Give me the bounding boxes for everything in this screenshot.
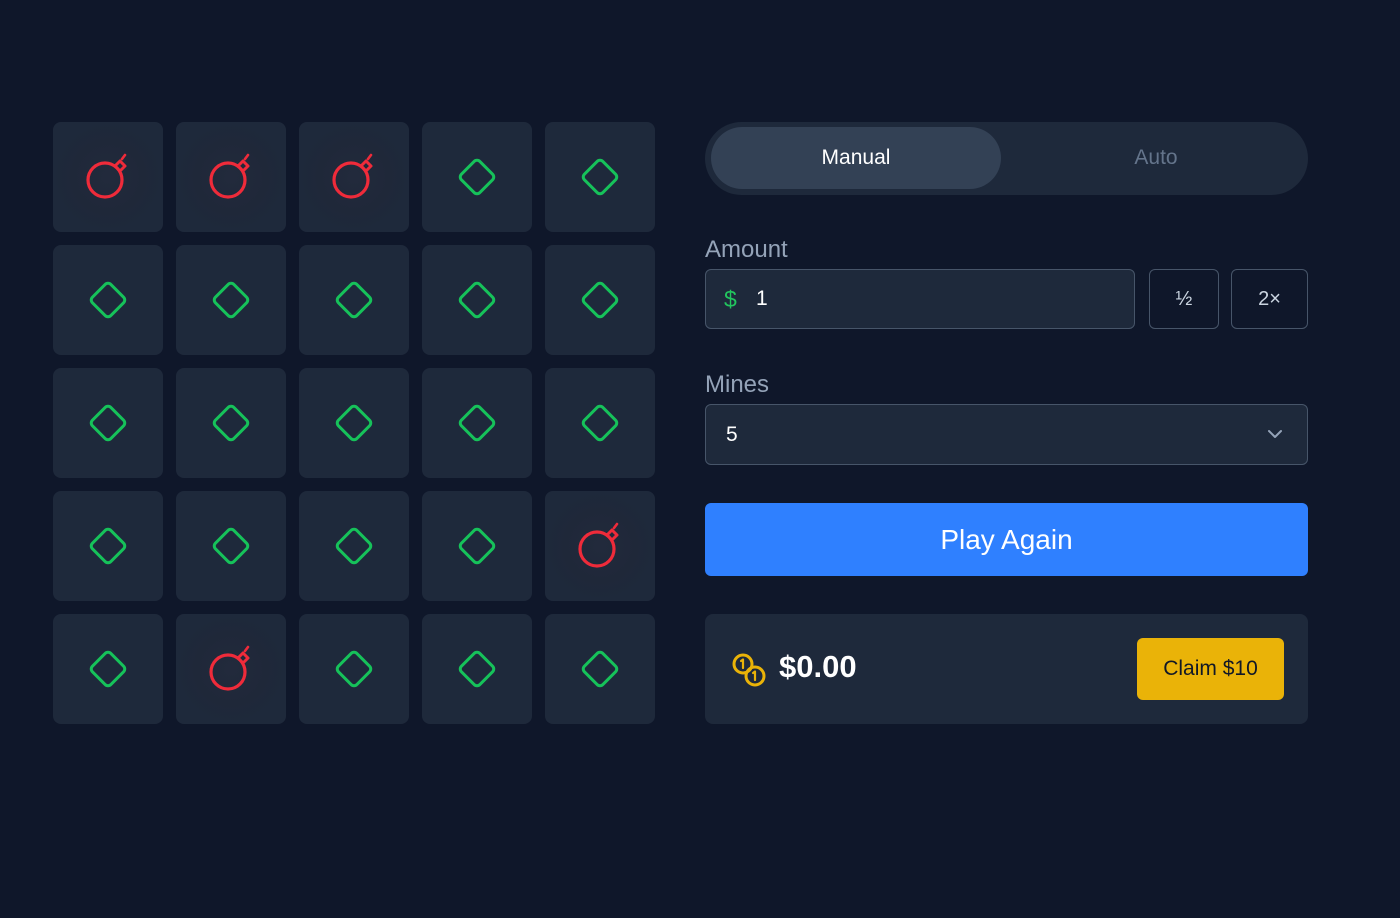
- tab-manual[interactable]: Manual: [711, 127, 1001, 189]
- mines-grid: [53, 122, 655, 724]
- tile-mine[interactable]: [53, 122, 163, 232]
- tile-mine[interactable]: [176, 614, 286, 724]
- tile-gem[interactable]: [53, 245, 163, 355]
- mines-label: Mines: [705, 371, 770, 398]
- tile-gem[interactable]: [53, 491, 163, 601]
- tile-gem[interactable]: [545, 122, 655, 232]
- half-amount-button[interactable]: ½: [1149, 269, 1219, 329]
- amount-value: 1: [756, 287, 768, 310]
- bomb-icon: [578, 522, 619, 568]
- diamond-icon: [581, 158, 619, 196]
- bomb-icon: [86, 153, 127, 199]
- chevron-down-icon: [1267, 426, 1283, 444]
- tile-gem[interactable]: [299, 245, 409, 355]
- play-again-button[interactable]: Play Again: [705, 503, 1308, 576]
- diamond-icon: [212, 527, 250, 565]
- tile-mine[interactable]: [176, 122, 286, 232]
- tile-gem[interactable]: [545, 614, 655, 724]
- diamond-icon: [335, 281, 373, 319]
- tile-gem[interactable]: [545, 245, 655, 355]
- balance-card: $0.00 Claim $10: [705, 614, 1308, 724]
- diamond-icon: [581, 404, 619, 442]
- tile-gem[interactable]: [422, 491, 532, 601]
- amount-label: Amount: [705, 236, 788, 263]
- bomb-icon: [209, 645, 250, 691]
- tile-gem[interactable]: [422, 368, 532, 478]
- tile-gem[interactable]: [422, 614, 532, 724]
- diamond-icon: [458, 650, 496, 688]
- diamond-icon: [212, 281, 250, 319]
- tile-mine[interactable]: [299, 122, 409, 232]
- diamond-icon: [458, 281, 496, 319]
- claim-bonus-button[interactable]: Claim $10: [1137, 638, 1284, 700]
- tile-gem[interactable]: [299, 368, 409, 478]
- tile-gem[interactable]: [299, 614, 409, 724]
- mines-value: 5: [726, 422, 738, 446]
- bomb-icon: [209, 153, 250, 199]
- diamond-icon: [335, 527, 373, 565]
- diamond-icon: [89, 281, 127, 319]
- diamond-icon: [89, 650, 127, 688]
- diamond-icon: [581, 281, 619, 319]
- balance-amount: $0.00: [779, 649, 857, 684]
- tile-gem[interactable]: [53, 368, 163, 478]
- tile-gem[interactable]: [176, 491, 286, 601]
- dollar-icon: $: [724, 285, 737, 312]
- amount-input[interactable]: $ 1: [705, 269, 1135, 329]
- double-amount-button[interactable]: 2×: [1231, 269, 1308, 329]
- tile-gem[interactable]: [299, 491, 409, 601]
- tile-gem[interactable]: [176, 368, 286, 478]
- tile-mine[interactable]: [545, 491, 655, 601]
- tab-auto[interactable]: Auto: [1011, 127, 1301, 189]
- mode-toggle: Manual Auto: [705, 122, 1308, 195]
- diamond-icon: [581, 650, 619, 688]
- diamond-icon: [335, 404, 373, 442]
- tile-gem[interactable]: [422, 122, 532, 232]
- diamond-icon: [212, 404, 250, 442]
- diamond-icon: [89, 404, 127, 442]
- bomb-icon: [332, 153, 373, 199]
- tile-gem[interactable]: [545, 368, 655, 478]
- mines-select[interactable]: 5: [705, 404, 1308, 465]
- tile-gem[interactable]: [422, 245, 532, 355]
- diamond-icon: [458, 158, 496, 196]
- coins-icon: [731, 652, 767, 693]
- diamond-icon: [89, 527, 127, 565]
- tile-gem[interactable]: [176, 245, 286, 355]
- diamond-icon: [458, 527, 496, 565]
- tile-gem[interactable]: [53, 614, 163, 724]
- diamond-icon: [458, 404, 496, 442]
- diamond-icon: [335, 650, 373, 688]
